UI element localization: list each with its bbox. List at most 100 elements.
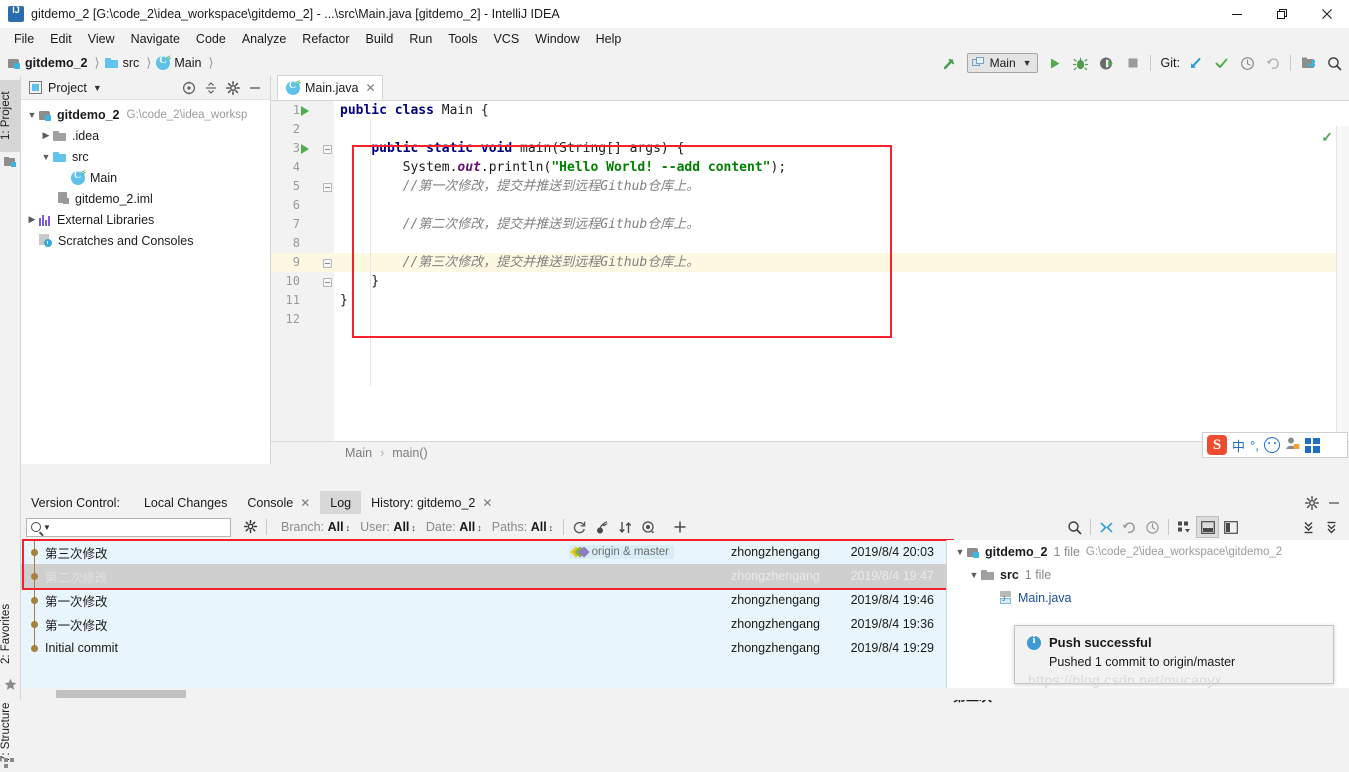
chevron-down-icon[interactable]: ▼ [43, 523, 51, 532]
tab-log[interactable]: Log [320, 491, 362, 514]
debug-icon[interactable] [1068, 52, 1094, 74]
tab-history[interactable]: History: gitdemo_2 ✕ [361, 491, 502, 514]
smiley-icon[interactable] [1263, 437, 1280, 453]
fold-icon[interactable] [323, 183, 332, 192]
update-project-icon[interactable] [1182, 52, 1208, 74]
collapse-arrows-icon[interactable] [1095, 516, 1118, 538]
group-by-icon[interactable] [1173, 516, 1196, 538]
chevron-right-icon[interactable]: ▶ [25, 214, 39, 225]
table-row[interactable]: 第二次修改 zhongzhengang 2019/8/4 19:47 [21, 564, 946, 588]
editor-marker-bar[interactable] [1336, 126, 1349, 441]
tree-row-main[interactable]: Main [21, 167, 270, 188]
restore-icon[interactable] [1259, 0, 1304, 28]
menu-item-window[interactable]: Window [527, 30, 587, 48]
menu-item-build[interactable]: Build [358, 30, 402, 48]
menu-item-navigate[interactable]: Navigate [123, 30, 188, 48]
editor-gutter[interactable]: 1 2 3 4 5 6 7 8 9 10 11 12 [271, 101, 334, 441]
close-icon[interactable] [1304, 0, 1349, 28]
commit-list[interactable]: 第三次修改 origin & master zhongzhengang 2019… [21, 540, 946, 700]
filter-date[interactable]: Date: All ↕ [426, 520, 482, 534]
run-gutter-icon[interactable] [301, 144, 309, 154]
hammer-icon[interactable] [937, 52, 963, 74]
menu-item-tools[interactable]: Tools [440, 30, 485, 48]
breadcrumb-gitdemo_2[interactable]: gitdemo_2 [8, 56, 88, 70]
branch-tag[interactable]: origin & master [568, 545, 674, 559]
filter-branch[interactable]: Branch: All ↕ [281, 520, 350, 534]
menu-item-file[interactable]: File [6, 30, 42, 48]
menu-item-refactor[interactable]: Refactor [294, 30, 357, 48]
project-structure-icon[interactable] [1295, 52, 1321, 74]
chevron-down-icon[interactable]: ▼ [967, 570, 981, 580]
run-configuration-selector[interactable]: Main ▼ [966, 53, 1038, 73]
settings-gear-icon[interactable] [1301, 492, 1323, 514]
sidebar-item-project[interactable]: 1: Project [0, 80, 21, 152]
ime-punctuation-toggle[interactable]: °, [1250, 438, 1259, 453]
search-input[interactable]: ▼ [26, 517, 231, 537]
tree-row-scratches[interactable]: Scratches and Consoles [21, 230, 270, 251]
rollback-icon[interactable] [1260, 52, 1286, 74]
chevron-down-icon[interactable]: ▼ [39, 152, 53, 162]
expand-all-icon[interactable] [1297, 516, 1320, 538]
cherry-pick-icon[interactable] [591, 516, 614, 538]
filter-paths[interactable]: Paths: All ↕ [492, 520, 553, 534]
tree-row-main-java[interactable]: Main.java [947, 586, 1349, 609]
commit-checkmark-icon[interactable] [1208, 52, 1234, 74]
sogou-ime-toolbar[interactable]: S 中 °, [1202, 432, 1348, 458]
table-row[interactable]: 第一次修改 zhongzhengang 2019/8/4 19:46 [21, 588, 946, 612]
refresh-icon[interactable] [568, 516, 591, 538]
ime-mode-label[interactable]: 中 [1232, 436, 1245, 455]
chevron-down-icon[interactable]: ▼ [25, 110, 39, 120]
show-details-eye-icon[interactable] [637, 516, 660, 538]
minimize-icon[interactable] [1214, 0, 1259, 28]
run-icon[interactable] [1042, 52, 1068, 74]
tree-row-src[interactable]: ▼ src 1 file [947, 563, 1349, 586]
preview-bottom-icon[interactable] [1196, 516, 1219, 538]
tree-row-external-libraries[interactable]: ▶ External Libraries [21, 209, 270, 230]
table-row[interactable]: 第一次修改 zhongzhengang 2019/8/4 19:36 [21, 612, 946, 636]
menu-item-view[interactable]: View [80, 30, 123, 48]
add-icon[interactable] [668, 516, 691, 538]
tree-row-gitdemo_2[interactable]: ▼ gitdemo_2 1 file G:\code_2\idea_worksp… [947, 540, 1349, 563]
tree-row-iml[interactable]: gitdemo_2.iml [21, 188, 270, 209]
collapse-all-icon[interactable] [1320, 516, 1343, 538]
breadcrumb-method[interactable]: main() [392, 446, 427, 460]
settings-gear-icon[interactable] [239, 516, 262, 538]
tab-local-changes[interactable]: Local Changes [134, 491, 237, 514]
settings-gear-icon[interactable] [222, 77, 244, 99]
code-text[interactable]: public class Main { public static void m… [334, 101, 1349, 441]
menu-item-vcs[interactable]: VCS [485, 30, 527, 48]
history-clock-icon[interactable] [1234, 52, 1260, 74]
find-icon[interactable] [1063, 516, 1086, 538]
editor-tab-main-java[interactable]: Main.java ✕ [277, 75, 383, 100]
fold-icon[interactable] [323, 259, 332, 268]
chevron-right-icon[interactable]: ▶ [39, 130, 53, 141]
revert-icon[interactable] [1118, 516, 1141, 538]
menu-item-code[interactable]: Code [188, 30, 234, 48]
menu-item-help[interactable]: Help [588, 30, 630, 48]
search-everywhere-icon[interactable] [1321, 52, 1347, 74]
breadcrumb-src[interactable]: src [104, 56, 139, 70]
hide-icon[interactable] [244, 77, 266, 99]
project-panel-title[interactable]: Project ▼ [29, 81, 102, 95]
close-icon[interactable]: ✕ [482, 496, 492, 510]
sogou-logo-icon[interactable]: S [1207, 435, 1227, 455]
menu-item-analyze[interactable]: Analyze [234, 30, 294, 48]
sidebar-item-favorites[interactable]: 2: Favorites [0, 592, 21, 676]
fold-icon[interactable] [323, 145, 332, 154]
close-icon[interactable]: ✕ [366, 81, 376, 95]
tree-row-src[interactable]: ▼ src [21, 146, 270, 167]
table-row[interactable]: 第三次修改 origin & master zhongzhengang 2019… [21, 540, 946, 564]
scroll-from-source-icon[interactable] [178, 77, 200, 99]
inspection-ok-icon[interactable]: ✓ [1321, 129, 1333, 146]
table-row[interactable]: Initial commit zhongzhengang 2019/8/4 19… [21, 636, 946, 660]
breadcrumb-main[interactable]: Main [156, 55, 201, 70]
hide-icon[interactable] [1323, 492, 1345, 514]
tree-row-gitdemo_2[interactable]: ▼ gitdemo_2 G:\code_2\idea_worksp [21, 104, 270, 125]
intellisort-icon[interactable] [614, 516, 637, 538]
run-with-coverage-icon[interactable] [1094, 52, 1120, 74]
tab-console[interactable]: Console ✕ [237, 491, 320, 514]
fold-icon[interactable] [323, 278, 332, 287]
horizontal-scrollbar[interactable] [21, 688, 1349, 700]
stop-icon[interactable] [1120, 52, 1146, 74]
close-icon[interactable]: ✕ [300, 496, 310, 510]
